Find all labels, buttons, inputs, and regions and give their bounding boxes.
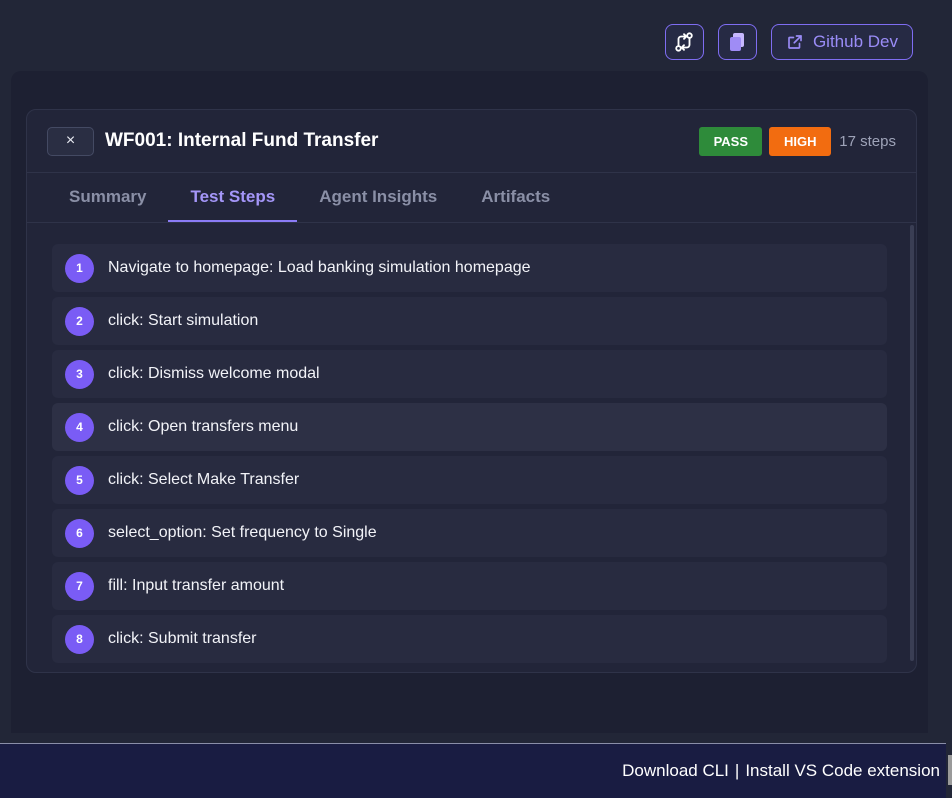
footer-separator: | [734,761,740,780]
download-cli-link[interactable]: Download CLI [622,761,729,781]
step-text: click: Submit transfer [108,630,257,647]
step-number: 5 [65,465,94,495]
external-link-icon [788,35,802,49]
footer-bar: Download CLI | Install VS Code extension [0,743,946,798]
step-number: 2 [65,306,94,336]
header-meta: PASS HIGH 17 steps [699,126,896,156]
steps-list: 1 Navigate to homepage: Load banking sim… [52,244,887,663]
list-item[interactable]: 7 fill: Input transfer amount [52,562,887,610]
steps-count: 17 steps [839,132,896,150]
card-title: WF001: Internal Fund Transfer [105,130,379,151]
tab-artifacts[interactable]: Artifacts [459,173,572,222]
list-item[interactable]: 2 click: Start simulation [52,297,887,345]
steps-scrollbar[interactable] [910,225,914,661]
list-item[interactable]: 6 select_option: Set frequency to Single [52,509,887,557]
github-dev-button[interactable]: Github Dev [770,24,913,60]
list-item[interactable]: 5 click: Select Make Transfer [52,456,887,504]
step-text: click: Select Make Transfer [108,471,300,488]
install-vscode-link[interactable]: Install VS Code extension [745,761,940,781]
step-number: 6 [65,518,94,548]
steps-area: 1 Navigate to homepage: Load banking sim… [27,223,916,672]
step-text: click: Start simulation [108,312,259,329]
step-number: 8 [65,624,94,654]
list-item[interactable]: 3 click: Dismiss welcome modal [52,350,887,398]
step-number: 1 [65,253,94,283]
tab-agent-insights[interactable]: Agent Insights [297,173,459,222]
step-number: 3 [65,359,94,389]
pull-request-icon [675,32,694,52]
list-item[interactable]: 8 click: Submit transfer [52,615,887,663]
step-text: click: Open transfers menu [108,418,299,435]
workflow-detail-card: × WF001: Internal Fund Transfer PASS HIG… [26,109,917,673]
tab-test-steps[interactable]: Test Steps [168,173,298,222]
tab-bar: Summary Test Steps Agent Insights Artifa… [27,173,916,223]
step-number: 7 [65,571,94,601]
copy-icon [730,33,745,51]
close-button[interactable]: × [47,126,94,156]
priority-badge: HIGH [769,126,832,156]
github-dev-label: Github Dev [812,32,898,51]
step-text: select_option: Set frequency to Single [108,524,377,541]
copy-button[interactable] [717,24,757,60]
step-text: click: Dismiss welcome modal [108,365,320,382]
status-badge: PASS [699,126,763,156]
window-resize-handle[interactable] [948,755,952,785]
step-text: Navigate to homepage: Load banking simul… [108,259,531,276]
step-number: 4 [65,412,94,442]
list-item[interactable]: 1 Navigate to homepage: Load banking sim… [52,244,887,292]
step-text: fill: Input transfer amount [108,577,285,594]
tab-summary[interactable]: Summary [47,173,168,222]
list-item[interactable]: 4 click: Open transfers menu [52,403,887,451]
pull-request-button[interactable] [664,24,704,60]
page: Github Dev × WF001: Internal Fund Transf… [0,0,952,798]
card-header: × WF001: Internal Fund Transfer PASS HIG… [27,110,916,173]
top-toolbar: Github Dev [664,24,913,60]
